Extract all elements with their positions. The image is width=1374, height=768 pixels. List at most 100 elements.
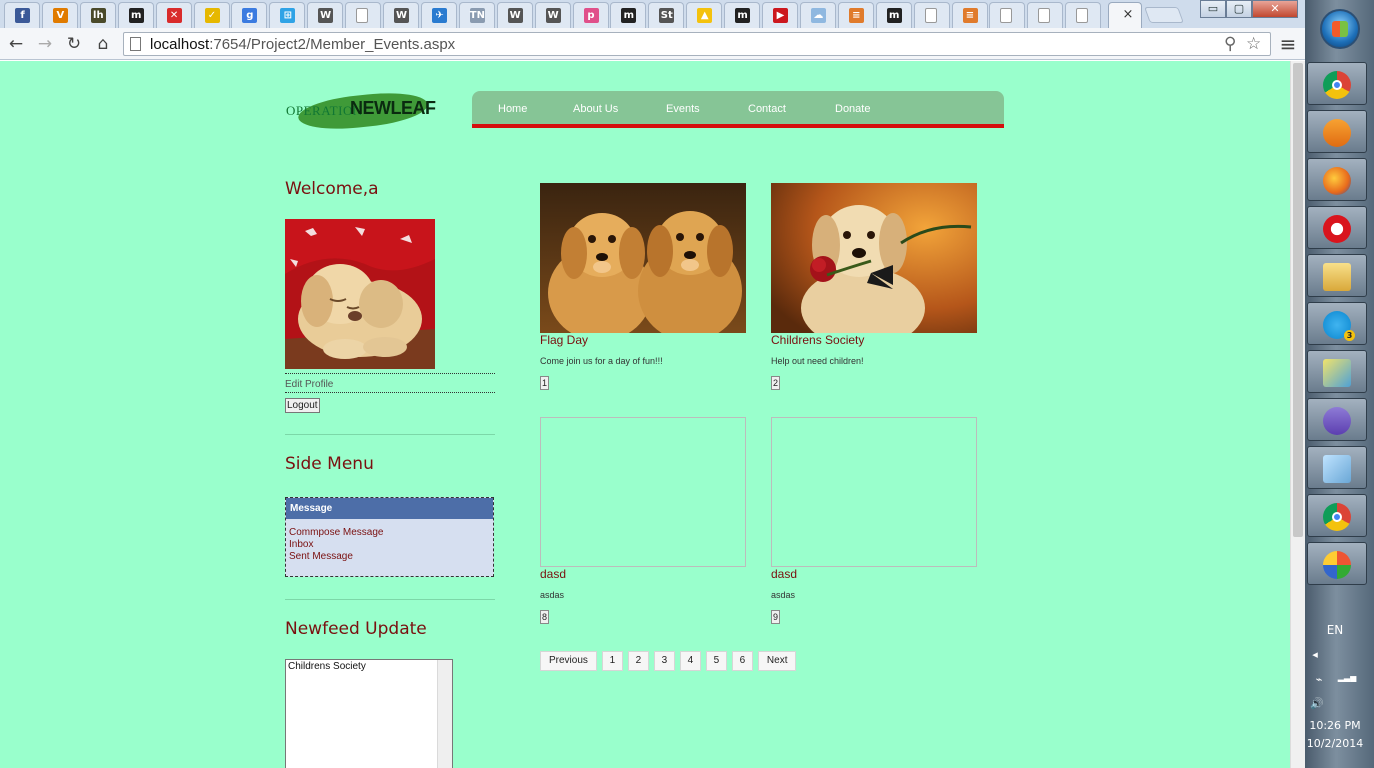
home-icon[interactable]: ⌂ [92,33,114,55]
taskbar-app-button[interactable] [1307,446,1367,489]
reload-icon[interactable]: ↻ [63,33,85,55]
nav-contact[interactable]: Contact [748,103,786,115]
browser-tab[interactable]: g [231,2,268,28]
minimize-button[interactable]: ▭ [1200,0,1226,18]
browser-tab[interactable]: V [41,2,78,28]
pager-page-4[interactable]: 4 [679,651,701,671]
logout-button[interactable]: Logout [285,398,320,413]
browser-tab[interactable]: St [648,2,685,28]
browser-tab[interactable] [1027,2,1064,28]
nav-about-us[interactable]: About Us [573,103,618,115]
drive-icon: ▲ [697,8,713,23]
pager-page-2[interactable]: 2 [627,651,649,671]
taskbar-app-button[interactable] [1307,350,1367,393]
taskbar-app-button[interactable] [1307,110,1367,153]
scrollbar-thumb[interactable] [1293,63,1303,537]
pager-page-6[interactable]: 6 [731,651,753,671]
forward-icon[interactable]: → [34,33,56,55]
browser-tab[interactable]: f [4,2,40,28]
browser-tab[interactable]: p [572,2,609,28]
event-title: Flag Day [540,333,589,347]
browser-tab[interactable]: m [724,2,761,28]
browser-tab[interactable]: m [610,2,647,28]
event-image[interactable] [771,183,977,333]
show-hidden-icons-arrow[interactable]: ◂ [1305,648,1325,661]
event-image[interactable] [540,183,746,333]
restore-button[interactable]: ▢ [1226,0,1252,18]
start-button[interactable] [1320,9,1360,49]
browser-tab[interactable]: W [383,2,419,28]
browser-tab[interactable]: m [117,2,154,28]
close-tab-icon[interactable]: × [1121,8,1135,22]
taskbar-app-button[interactable] [1307,542,1367,585]
taskbar-app-button[interactable] [1307,254,1367,297]
event-image-placeholder[interactable] [540,417,746,567]
site-logo[interactable]: OPERATION NEWLEAF [284,88,444,134]
browser-tab[interactable]: ▶ [762,2,798,28]
browser-tab[interactable] [345,2,382,28]
browser-tab[interactable]: ≡ [951,2,988,28]
new-tab-button[interactable] [1144,7,1184,23]
pager-page-5[interactable]: 5 [705,651,727,671]
nav-home[interactable]: Home [498,103,527,115]
compose-message-link[interactable]: Commpose Message [289,527,490,539]
taskbar-app-button[interactable] [1307,494,1367,537]
browser-tab[interactable]: ✓ [193,2,230,28]
newsfeed-item[interactable]: Childrens Society [288,661,366,672]
url-text[interactable]: localhost:7654/Project2/Member_Events.as… [150,36,455,53]
browser-tab[interactable]: ⊞ [269,2,306,28]
pager-page-3[interactable]: 3 [653,651,675,671]
language-indicator[interactable]: EN [1305,623,1365,637]
nav-donate[interactable]: Donate [835,103,870,115]
edit-profile-link[interactable]: Edit Profile [285,379,333,390]
browser-tab[interactable] [913,2,950,28]
back-icon[interactable]: ← [5,33,27,55]
browser-tab[interactable]: ☁ [799,2,836,28]
browser-tab[interactable] [1065,2,1102,28]
message-menu-header[interactable]: Message [286,498,493,519]
newsfeed-listbox[interactable]: Childrens Society [285,659,453,768]
notepad-icon [1323,455,1351,483]
browser-tab[interactable]: lh [79,2,116,28]
clock-date[interactable]: 10/2/2014 [1305,737,1365,750]
event-id-button[interactable]: 1 [540,376,550,390]
active-tab[interactable]: × [1108,2,1142,28]
network-icon[interactable]: ▂▃▅ [1335,673,1359,682]
browser-tab[interactable]: ✕ [155,2,192,28]
browser-tab[interactable]: ✈ [420,2,457,28]
taskbar-app-button[interactable]: 3 [1307,302,1367,345]
clock-time[interactable]: 10:26 PM [1305,719,1365,732]
pager-next[interactable]: Next [757,651,797,671]
event-id-button[interactable]: 2 [771,376,781,390]
taskbar-app-button[interactable] [1307,398,1367,441]
listbox-scrollbar[interactable] [437,660,452,768]
event-id-button[interactable]: 8 [540,610,550,624]
taskbar-app-button[interactable] [1307,62,1367,105]
close-window-button[interactable]: ✕ [1252,0,1298,18]
windows-logo-icon [1332,21,1348,37]
sent-message-link[interactable]: Sent Message [289,551,490,563]
pager-page-1[interactable]: 1 [601,651,623,671]
event-id-button[interactable]: 9 [771,610,781,624]
browser-tab[interactable]: W [496,2,533,28]
bookmark-star-icon[interactable]: ☆ [1246,34,1261,54]
browser-tab[interactable]: W [307,2,344,28]
browser-tab[interactable]: ▲ [686,2,723,28]
browser-tab[interactable] [989,2,1026,28]
volume-icon[interactable]: 🔊 [1307,697,1327,710]
taskbar-app-button[interactable] [1307,158,1367,201]
browser-tab[interactable]: W [534,2,571,28]
pager-previous[interactable]: Previous [540,651,597,671]
browser-tab[interactable]: ≡ [837,2,874,28]
browser-tab[interactable]: m [875,2,912,28]
power-icon[interactable]: ⌁ [1309,673,1329,686]
chrome-menu-icon[interactable]: ≡ [1277,33,1299,55]
event-image-placeholder[interactable] [771,417,977,567]
page-scrollbar[interactable] [1290,61,1305,768]
address-bar[interactable]: localhost:7654/Project2/Member_Events.as… [123,32,1271,56]
inbox-link[interactable]: Inbox [289,539,490,551]
zoom-icon[interactable]: ⚲ [1224,34,1236,54]
browser-tab[interactable]: TN [458,2,495,28]
taskbar-app-button[interactable] [1307,206,1367,249]
nav-events[interactable]: Events [666,103,700,115]
